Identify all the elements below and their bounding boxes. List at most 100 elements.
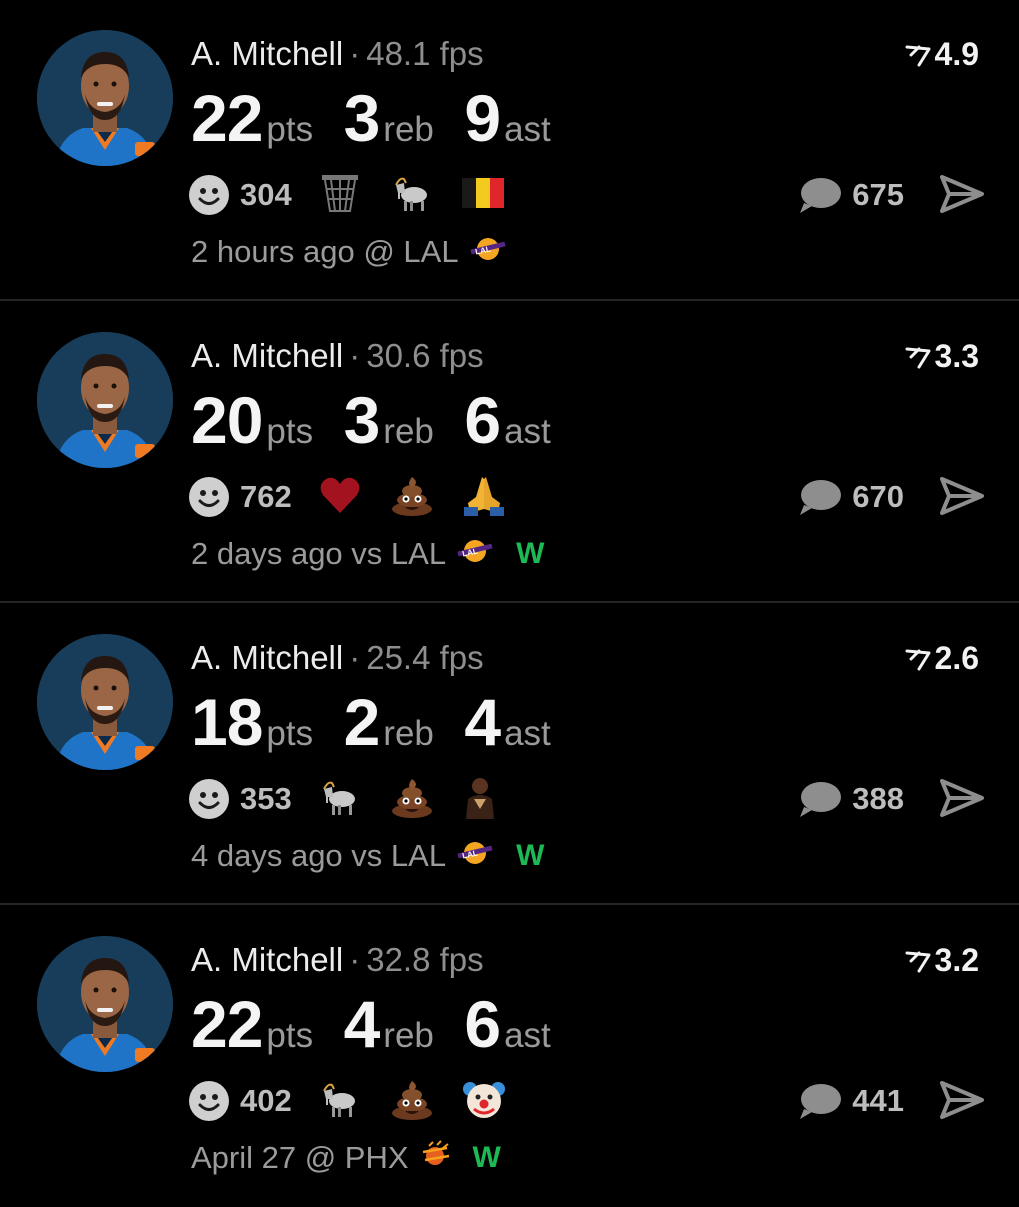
share-button[interactable] (939, 174, 985, 219)
add-reaction-icon[interactable] (189, 477, 229, 517)
goat-icon[interactable] (318, 775, 362, 824)
player-avatar[interactable] (37, 332, 173, 468)
poop-icon[interactable] (390, 775, 434, 824)
stat-rebounds: 3 reb (344, 80, 434, 175)
title-line: A. Mitchell · 48.1 fps (191, 34, 484, 74)
poop-icon[interactable] (390, 1077, 434, 1126)
praying-hands-icon[interactable] (462, 473, 506, 522)
game-result-badge: W (472, 1141, 501, 1174)
reaction-row: 402 (189, 1078, 534, 1124)
stat-unit: ast (504, 412, 551, 451)
game-meta: April 27 @ PHX W (191, 1140, 501, 1176)
fps-score: 48.1 fps (366, 35, 484, 72)
stat-points: 22 pts (191, 80, 313, 175)
rating: 4.9 (905, 34, 979, 74)
game-card[interactable]: A. Mitchell · 25.4 fps 2.6 18 pts 2 reb 4 ast… (0, 604, 1019, 905)
comment-button[interactable]: 441 (798, 1078, 904, 1124)
game-result-badge: W (516, 839, 545, 872)
stat-assists: 6 ast (464, 382, 550, 477)
game-info: 4 days ago vs LAL (191, 838, 447, 873)
reaction-row: 304 (189, 172, 532, 218)
separator: · (349, 639, 361, 676)
game-info: 2 hours ago @ LAL (191, 234, 459, 269)
stat-unit: reb (383, 110, 434, 149)
title-line: A. Mitchell · 25.4 fps (191, 638, 484, 678)
separator: · (349, 337, 361, 374)
game-card[interactable]: A. Mitchell · 30.6 fps 3.3 20 pts 3 reb 6 ast… (0, 302, 1019, 603)
suns-logo-icon (419, 1140, 451, 1176)
stat-unit: ast (504, 714, 551, 753)
stat-rebounds: 2 reb (344, 684, 434, 779)
stat-value: 4 (464, 685, 501, 759)
game-result-badge: W (516, 537, 545, 570)
goat-icon[interactable] (318, 1077, 362, 1126)
stat-unit: reb (383, 1016, 434, 1055)
comment-button[interactable]: 675 (798, 172, 904, 218)
separator: · (349, 941, 361, 978)
stat-points: 18 pts (191, 684, 313, 779)
comment-count: 675 (852, 177, 904, 212)
stat-assists: 9 ast (464, 80, 550, 175)
stat-unit: pts (266, 110, 314, 149)
game-meta: 2 days ago vs LAL LAL W (191, 536, 544, 572)
game-meta: 4 days ago vs LAL LAL W (191, 838, 544, 874)
basketball-net-icon[interactable] (318, 171, 362, 220)
rating-value: 3.3 (934, 338, 979, 374)
lakers-logo-icon: LAL (456, 838, 494, 874)
game-card[interactable]: A. Mitchell · 48.1 fps 4.9 22 pts 3 reb 9 ast… (0, 0, 1019, 301)
player-name[interactable]: A. Mitchell (191, 35, 343, 72)
stat-value: 18 (191, 685, 263, 759)
game-info: April 27 @ PHX (191, 1140, 409, 1175)
rating: 3.2 (905, 940, 979, 980)
comment-icon (800, 782, 842, 817)
add-reaction-icon[interactable] (189, 779, 229, 819)
comment-button[interactable]: 388 (798, 776, 904, 822)
add-reaction-icon[interactable] (189, 175, 229, 215)
player-name[interactable]: A. Mitchell (191, 337, 343, 374)
poop-icon[interactable] (390, 473, 434, 522)
player-sticker-icon[interactable] (462, 775, 498, 824)
add-reaction-icon[interactable] (189, 1081, 229, 1121)
share-button[interactable] (939, 476, 985, 521)
stat-value: 4 (343, 987, 381, 1061)
player-avatar[interactable] (37, 634, 173, 770)
stat-value: 3 (343, 81, 381, 155)
stat-unit: ast (504, 1016, 551, 1055)
rating-value: 2.6 (934, 640, 979, 676)
comment-count: 441 (852, 1083, 904, 1118)
player-avatar[interactable] (37, 936, 173, 1072)
rating: 2.6 (905, 638, 979, 678)
share-button[interactable] (939, 1080, 985, 1125)
stat-value: 2 (343, 685, 381, 759)
reaction-count: 762 (240, 479, 292, 514)
goat-icon[interactable] (390, 171, 434, 220)
rating-value: 4.9 (934, 36, 979, 72)
stat-value: 22 (191, 81, 263, 155)
comment-button[interactable]: 670 (798, 474, 904, 520)
comment-icon (800, 178, 842, 213)
stat-points: 20 pts (191, 382, 313, 477)
stat-assists: 4 ast (464, 684, 550, 779)
game-meta: 2 hours ago @ LAL LAL (191, 234, 507, 270)
clown-face-icon[interactable] (462, 1077, 506, 1126)
stat-unit: pts (266, 412, 314, 451)
stat-unit: pts (266, 1016, 314, 1055)
rating-value: 3.2 (934, 942, 979, 978)
player-name[interactable]: A. Mitchell (191, 639, 343, 676)
stat-value: 6 (464, 987, 501, 1061)
stat-line: 22 pts 3 reb 9 ast (191, 80, 577, 175)
player-avatar[interactable] (37, 30, 173, 166)
share-icon (940, 477, 984, 515)
stat-value: 9 (464, 81, 501, 155)
player-name[interactable]: A. Mitchell (191, 941, 343, 978)
reaction-row: 353 (189, 776, 526, 822)
stat-value: 3 (343, 383, 381, 457)
fps-score: 30.6 fps (366, 337, 484, 374)
red-heart-icon[interactable] (318, 475, 362, 520)
stat-unit: reb (383, 714, 434, 753)
stat-line: 18 pts 2 reb 4 ast (191, 684, 577, 779)
game-card[interactable]: A. Mitchell · 32.8 fps 3.2 22 pts 4 reb 6 ast… (0, 906, 1019, 1207)
stat-unit: ast (504, 110, 551, 149)
belgium-flag-icon[interactable] (461, 177, 504, 213)
share-button[interactable] (939, 778, 985, 823)
